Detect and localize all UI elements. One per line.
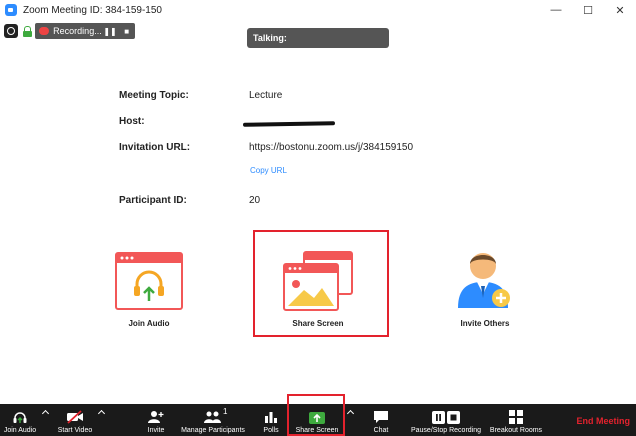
title-bar: Zoom Meeting ID: 384-159-150 — ☐ ✕ [0, 0, 636, 20]
start-video-button[interactable]: Start Video [52, 404, 98, 436]
join-audio-button[interactable]: Join Audio [0, 404, 40, 436]
headphones-icon [13, 412, 27, 423]
pause-stop-recording-button-label: Pause/Stop Recording [410, 427, 482, 434]
video-options-caret-icon[interactable] [97, 408, 107, 418]
manage-participants-button[interactable]: Manage Participants [178, 404, 248, 436]
bar-chart-icon [265, 412, 277, 423]
share-screen-toolbar-highlight [287, 394, 345, 436]
polls-button-label: Polls [263, 427, 279, 434]
zoom-app-icon [5, 4, 17, 16]
join-audio-tile-icon[interactable] [115, 252, 183, 310]
participants-icon [204, 411, 221, 423]
recording-strip: Recording... ❚❚ ■ [4, 23, 135, 39]
host-label: Host: [119, 116, 145, 127]
pause-stop-recording-button[interactable]: Pause/Stop Recording [408, 404, 484, 436]
chat-button[interactable]: Chat [366, 404, 396, 436]
cloud-record-icon [39, 27, 50, 35]
participant-count-badge: 1 [223, 407, 228, 416]
join-audio-button-label: Join Audio [3, 427, 37, 434]
add-person-icon [148, 411, 164, 423]
share-screen-highlight [253, 230, 389, 337]
invite-others-tile-icon[interactable] [456, 246, 514, 310]
participant-id-value: 20 [249, 195, 261, 206]
talking-indicator: Talking: [247, 28, 389, 48]
invitation-url-label: Invitation URL: [119, 142, 191, 153]
invite-others-label[interactable]: Invite Others [435, 319, 535, 328]
chat-icon [374, 411, 388, 423]
minimize-button[interactable]: — [540, 0, 572, 20]
join-audio-label[interactable]: Join Audio [99, 319, 199, 328]
invite-button-label: Invite [147, 427, 165, 434]
window-title: Zoom Meeting ID: 384-159-150 [23, 4, 162, 16]
pause-recording-icon[interactable]: ❚❚ [102, 27, 119, 36]
start-video-button-label: Start Video [57, 427, 93, 434]
pause-stop-recording-icon [432, 411, 460, 424]
audio-options-caret-icon[interactable] [41, 408, 51, 418]
share-options-caret-icon[interactable] [346, 408, 356, 418]
recording-label: Recording... [53, 26, 102, 36]
close-button[interactable]: ✕ [604, 0, 636, 20]
copy-url-link[interactable]: Copy URL [250, 166, 287, 175]
meeting-topic-label: Meeting Topic: [119, 90, 189, 101]
chat-button-label: Chat [373, 427, 389, 434]
video-off-icon [67, 410, 83, 424]
end-meeting-button[interactable]: End Meeting [577, 416, 631, 426]
meeting-info-icon[interactable] [4, 24, 18, 38]
recording-indicator: Recording... ❚❚ ■ [35, 23, 135, 39]
meeting-topic-value: Lecture [249, 90, 283, 101]
breakout-rooms-button[interactable]: Breakout Rooms [487, 404, 545, 436]
breakout-rooms-button-label: Breakout Rooms [489, 427, 543, 434]
participant-id-label: Participant ID: [119, 195, 187, 206]
stop-recording-icon[interactable]: ■ [118, 27, 135, 36]
host-value-redacted [242, 121, 336, 128]
manage-participants-button-label: Manage Participants [181, 427, 245, 434]
breakout-rooms-icon [509, 410, 523, 424]
invite-button[interactable]: Invite [140, 404, 172, 436]
lock-icon[interactable] [23, 25, 32, 37]
maximize-button[interactable]: ☐ [572, 0, 604, 20]
invitation-url-value: https://bostonu.zoom.us/j/384159150 [249, 142, 414, 153]
polls-button[interactable]: Polls [258, 404, 284, 436]
